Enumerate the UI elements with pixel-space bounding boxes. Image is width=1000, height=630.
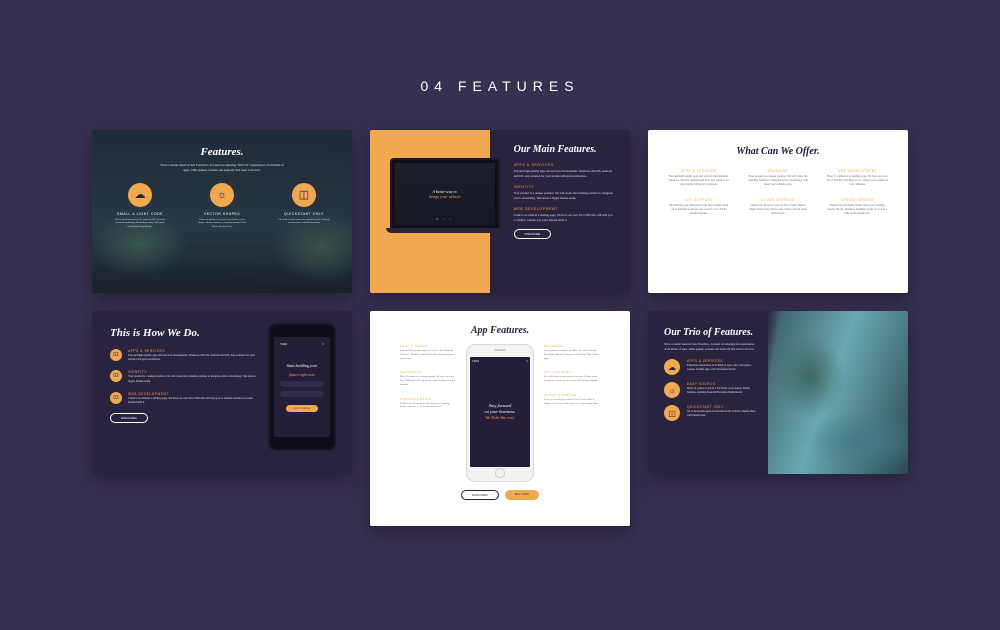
discover-button[interactable]: DISCOVER [110, 413, 148, 423]
feature-heading: IDENTITY [514, 185, 614, 189]
brand-label: TRIO [472, 359, 479, 363]
phone-mockup: TRIO ≡ Start building your future right n… [268, 323, 336, 451]
cloud-icon: ☁ [664, 359, 680, 375]
feature-desc: We've been known as if it's team of SEO … [114, 218, 166, 229]
feature-desc: Hours of quality as an just a few hours,… [687, 387, 756, 394]
brand-label: TRIO [280, 342, 287, 346]
feature-heading: BRANDING [544, 344, 600, 348]
card-title: Our Trio of Features. [664, 327, 756, 338]
feature-heading: CLOUD STORAGE [747, 198, 808, 202]
feature-desc: Blog, E-commerce or landing page. We hav… [827, 175, 888, 188]
feature-heading: APPS & SERVICES [668, 169, 729, 173]
mockup-headline: Stay focused [489, 403, 512, 408]
feature-heading: APPS & SERVICES [687, 359, 756, 363]
feature-heading: EASY SOURCE [687, 382, 756, 386]
mockup-headline-accent: future right now [289, 372, 315, 377]
thumbnail-app-features[interactable]: App Features. FAST & SMARTFast and high-… [370, 311, 630, 526]
thumbnail-what-we-offer[interactable]: What Can We Offer. APPS & SERVICES Fast a… [648, 130, 908, 293]
coastal-photo [768, 311, 908, 474]
feature-heading: CLOUD STORAGE [544, 393, 600, 397]
card-title: Our Main Features. [514, 144, 614, 155]
grid-icon: ◫ [292, 183, 316, 207]
feature-heading: 24/7 SUPPORT [668, 198, 729, 202]
card-title: What Can We Offer. [668, 146, 888, 157]
feature-label: QUICKSTART ONLY [278, 212, 330, 216]
discover-button[interactable]: DISCOVER [514, 229, 552, 239]
feature-heading: FAST & SMART [400, 344, 456, 348]
feature-desc: Fast and high-quality apps and services … [514, 169, 614, 178]
feature-desc: Fast and high-quality apps and services … [668, 175, 729, 188]
feature-heading: WEB DEVELOPMENT [128, 392, 258, 396]
feature-desc: We will help you understand your sites. … [544, 375, 600, 383]
feature-heading: AESTHETIC [400, 370, 456, 374]
thumbnail-grid: Features. We're a studio based in San Fr… [0, 130, 1000, 526]
section-title: 04 FEATURES [0, 0, 1000, 94]
mockup-headline: Start building your [287, 363, 317, 368]
grid-icon: ◫ [664, 405, 680, 421]
mockup-headline: on your business. [484, 409, 515, 414]
step-number: 03 [110, 392, 122, 404]
menu-icon: ≡ [322, 342, 324, 346]
feature-heading: WEB DEVELOPMENT [827, 169, 888, 173]
feature-heading: 24/7 SUPPORT [544, 370, 600, 374]
mockup-headline-accent: We'll do the rest. [485, 415, 515, 420]
feature-desc: Explore special media trends about you. … [400, 402, 456, 410]
feature-label: VECTOR SHAPES [196, 212, 248, 216]
feature-desc: Your product is a unique position. We wi… [747, 175, 808, 188]
thumbnail-main-features[interactable]: A better way to design your website ● ○ … [370, 130, 630, 293]
phone-mockup: TRIO ≡ Stay focusedon your business.We'll… [466, 344, 534, 482]
feature-item: ☼ VECTOR SHAPES Hours of quality as an j… [196, 183, 248, 229]
feature-heading: STRONG DESIGN [400, 397, 456, 401]
feature-desc: All of the include parts are included in… [687, 410, 756, 417]
feature-desc: Come to us without a landing page. We ha… [514, 213, 614, 222]
feature-heading: IDENTITY [128, 370, 258, 374]
feature-desc: Come to us and your work on Trio Cloud. … [747, 204, 808, 217]
laptop-mockup: A better way to design your website ● ○ … [390, 158, 500, 230]
sun-icon: ☼ [664, 382, 680, 398]
feature-heading: BRANDING [747, 169, 808, 173]
feature-label: SMALL & LIGHT CODE [114, 212, 166, 216]
step-number: 02 [110, 370, 122, 382]
feature-desc: Your product is a unique position. We wi… [128, 375, 258, 383]
sun-icon: ☼ [210, 183, 234, 207]
card-subtitle: We're a studio based in San Francisco, f… [664, 342, 756, 351]
card-title: App Features. [471, 325, 529, 336]
feature-heading: WEB DEVELOPMENT [514, 207, 614, 211]
feature-heading: STRONG DESIGN [827, 198, 888, 202]
feature-item: ◫ QUICKSTART ONLY All of the include par… [278, 183, 330, 229]
feature-heading: APPS & SERVICES [128, 349, 258, 353]
card-title: Features. [114, 146, 330, 158]
cta-button: GET STARTED [286, 405, 318, 412]
feature-desc: All of the include parts are included in… [278, 218, 330, 225]
card-subtitle: We're a studio based in San Francisco. F… [157, 163, 287, 173]
feature-desc: Your product is a unique position. We wi… [544, 349, 600, 360]
feature-item: ☁ SMALL & LIGHT CODE We've been known as… [114, 183, 166, 229]
carousel-dots-icon: ● ○ ○ [395, 217, 495, 221]
buy-now-button[interactable]: BUY NOW [505, 490, 539, 500]
feature-desc: Come to us without a landing page. We ha… [128, 397, 258, 405]
input-placeholder-icon [280, 391, 324, 397]
cloud-icon: ☁ [128, 183, 152, 207]
discover-button[interactable]: DISCOVER [461, 490, 499, 500]
feature-desc: Fast and high-quality apps and services … [128, 354, 258, 362]
menu-icon: ≡ [526, 359, 528, 363]
thumbnail-features-hero[interactable]: Features. We're a studio based in San Fr… [92, 130, 352, 293]
feature-desc: Come to us and your work on Trio Cloud. … [544, 398, 600, 406]
feature-desc: We will help you understand your sites. … [668, 204, 729, 217]
input-placeholder-icon [280, 381, 324, 387]
feature-desc: Explore special media trends about you. … [827, 204, 888, 217]
feature-heading: QUICKSTART ONLY [687, 405, 756, 409]
feature-desc: Fast and high-quality apps and services … [400, 349, 456, 360]
feature-desc: Hours of quality as an just a few hours,… [196, 218, 248, 229]
step-number: 01 [110, 349, 122, 361]
feature-desc: Blog, E-commerce or landing page. We hav… [400, 375, 456, 386]
thumbnail-trio-features[interactable]: Our Trio of Features. We're a studio bas… [648, 311, 908, 474]
mockup-headline-accent: design your website [429, 194, 461, 199]
feature-desc: Experience alternatives of all kinds of … [687, 364, 756, 371]
feature-desc: Your product is a unique position. We wi… [514, 191, 614, 200]
feature-heading: APPS & SERVICES [514, 163, 614, 167]
card-title: This is How We Do. [110, 327, 258, 339]
thumbnail-how-we-do[interactable]: This is How We Do. 01 APPS & SERVICESFast… [92, 311, 352, 474]
